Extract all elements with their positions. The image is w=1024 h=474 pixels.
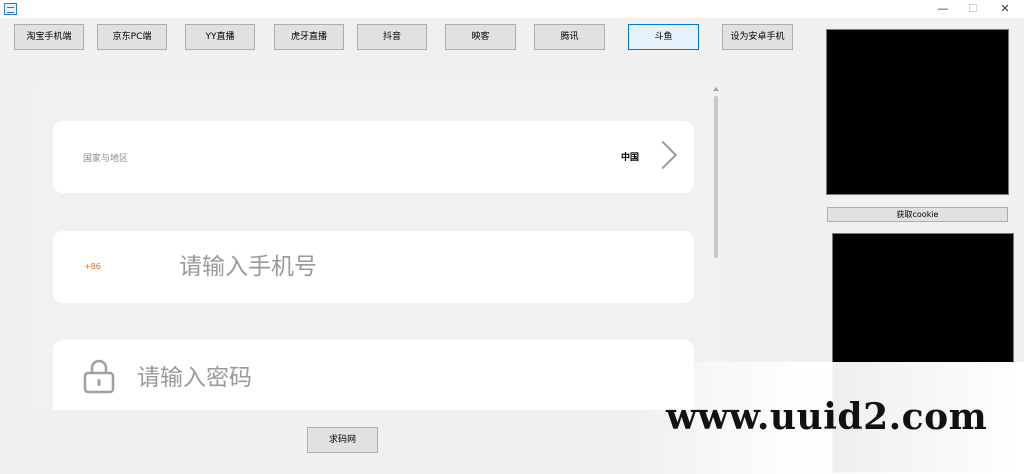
scroll-up-arrow-icon[interactable] [713,87,719,91]
set-android-button[interactable]: 设为安卓手机 [722,24,793,50]
scrollbar-thumb[interactable] [714,96,718,258]
phone-country-code[interactable]: +86 [84,262,101,271]
password-input[interactable] [137,358,617,398]
country-region-label: 国家与地区 [83,154,129,164]
maximize-button[interactable]: ☐ [958,0,988,18]
jd-pc-button[interactable]: 京东PC端 [97,24,167,50]
get-cookie-button[interactable]: 获取cookie [827,207,1008,222]
country-value: 中国 [621,153,640,163]
preview-panel-top [826,29,1009,195]
minimize-button[interactable]: — [928,0,958,18]
password-row [53,340,694,410]
douyin-button[interactable]: 抖音 [357,24,427,50]
taobao-mobile-button[interactable]: 淘宝手机端 [14,24,84,50]
qiumawang-button[interactable]: 求码网 [307,427,378,453]
tencent-button[interactable]: 腾讯 [534,24,605,50]
phone-row: +86 [53,231,694,303]
country-region-row[interactable]: 国家与地区 中国 [53,121,694,193]
yy-live-button[interactable]: YY直播 [185,24,255,50]
yingke-button[interactable]: 映客 [445,24,516,50]
lock-icon [83,359,115,394]
phone-input[interactable] [179,247,659,287]
douyu-button[interactable]: 斗鱼 [628,24,699,50]
watermark-text: www.uuid2.com [666,396,988,438]
login-webview: 国家与地区 中国 +86 [34,83,722,410]
title-bar: — ☐ ✕ [0,0,1024,18]
chevron-right-icon [648,140,678,170]
huya-live-button[interactable]: 虎牙直播 [274,24,344,50]
close-button[interactable]: ✕ [990,0,1020,18]
app-icon [4,3,17,15]
